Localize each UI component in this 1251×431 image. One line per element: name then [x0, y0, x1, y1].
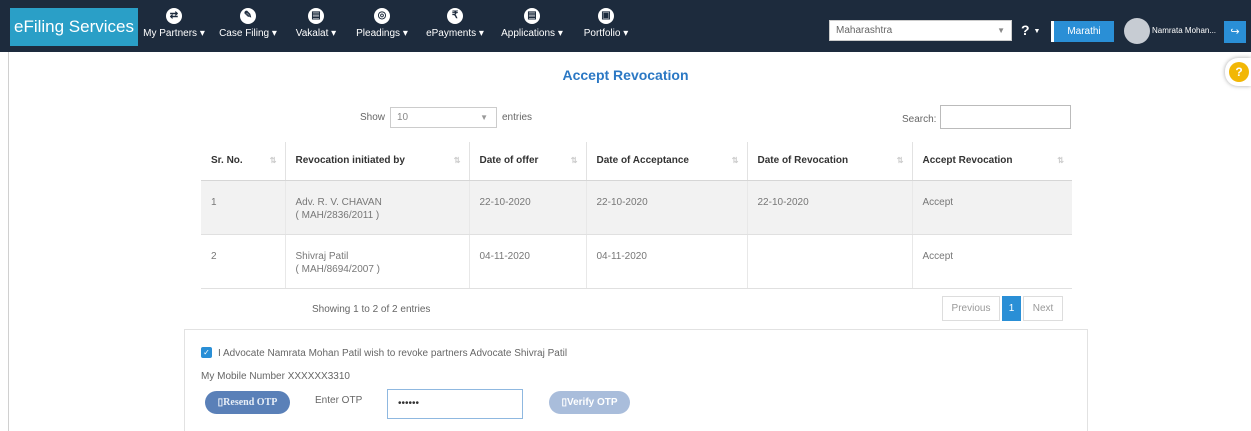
declaration-checkbox[interactable]: ✓	[201, 347, 212, 358]
column-header[interactable]: Revocation initiated by ⇅	[285, 142, 470, 181]
nav-epayments[interactable]: ₹ ePayments ▾	[420, 6, 490, 48]
mobile-number-text: My Mobile Number XXXXXX3310	[201, 371, 350, 382]
previous-button[interactable]: Previous	[942, 296, 1000, 321]
page-1-button[interactable]: 1	[1002, 296, 1021, 321]
avatar[interactable]	[1124, 18, 1150, 44]
state-select[interactable]: Maharashtra ▼	[829, 20, 1012, 41]
column-header[interactable]: Date of Revocation ⇅	[747, 142, 913, 181]
column-header[interactable]: Date of Acceptance ⇅	[586, 142, 748, 181]
table-row: 1 Adv. R. V. CHAVAN( MAH/2836/2011 ) 22-…	[201, 180, 1072, 235]
chevron-down-icon: ▼	[997, 26, 1005, 35]
sort-icon: ⇅	[453, 156, 461, 165]
nav-label: ePayments ▾	[426, 28, 484, 39]
sort-icon: ⇅	[570, 156, 578, 165]
search-label: Search:	[902, 114, 937, 125]
chevron-down-icon: ▼	[480, 113, 488, 122]
nav-case-filing[interactable]: ✎ Case Filing ▾	[216, 6, 280, 48]
nav-pleadings[interactable]: ◎ Pleadings ▾	[348, 6, 416, 48]
pleadings-icon: ◎	[374, 8, 390, 24]
column-header[interactable]: Date of offer ⇅	[469, 142, 587, 181]
nav-applications[interactable]: ▤ Applications ▾	[496, 6, 568, 48]
help-icon: ?	[1021, 22, 1030, 38]
otp-input[interactable]: ••••••	[387, 389, 523, 419]
nav-label: Case Filing ▾	[219, 28, 277, 39]
cell-initiated-by: Adv. R. V. CHAVAN( MAH/2836/2011 )	[285, 180, 470, 235]
nav-label: Portfolio ▾	[583, 28, 629, 39]
content-divider	[8, 52, 9, 431]
enter-otp-label: Enter OTP	[315, 395, 363, 406]
column-header[interactable]: Sr. No. ⇅	[201, 142, 286, 181]
rupee-icon: ₹	[447, 8, 463, 24]
username[interactable]: Namrata Mohan...	[1152, 26, 1216, 35]
cell-date-revocation	[747, 234, 913, 289]
nav-label: Pleadings ▾	[356, 28, 408, 39]
nav-portfolio[interactable]: ▣ Portfolio ▾	[576, 6, 636, 48]
nav-label: Applications ▾	[501, 28, 563, 39]
state-select-value: Maharashtra	[836, 25, 893, 36]
table-header-row: Sr. No. ⇅ Revocation initiated by ⇅ Date o…	[201, 142, 1072, 181]
accept-link[interactable]: Accept	[912, 234, 1072, 289]
table-row: 2 Shivraj Patil( MAH/8694/2007 ) 04-11-2…	[201, 234, 1072, 289]
cell-date-acceptance: 22-10-2020	[586, 180, 748, 235]
applications-icon: ▤	[524, 8, 540, 24]
show-label: Show	[360, 112, 386, 123]
chevron-down-icon: ▼	[1033, 27, 1041, 35]
case-filing-icon: ✎	[240, 8, 256, 24]
column-header[interactable]: Accept Revocation ⇅	[912, 142, 1072, 181]
cell-sr-no: 1	[201, 180, 286, 235]
next-button[interactable]: Next	[1023, 296, 1063, 321]
sort-icon: ⇅	[896, 156, 904, 165]
sort-icon: ⇅	[269, 156, 277, 165]
cell-sr-no: 2	[201, 234, 286, 289]
cell-date-offer: 04-11-2020	[469, 234, 587, 289]
resend-otp-button[interactable]: ▯Resend OTP	[205, 391, 290, 414]
portfolio-icon: ▣	[598, 8, 614, 24]
revocation-table: Sr. No. ⇅ Revocation initiated by ⇅ Date o…	[201, 142, 1072, 289]
accept-link[interactable]: Accept	[912, 180, 1072, 235]
verify-otp-button[interactable]: ▯Verify OTP	[549, 391, 630, 414]
entries-label: entries	[502, 112, 533, 123]
brand-logo[interactable]: eFiling Services	[10, 8, 138, 46]
nav-vakalat[interactable]: ▤ Vakalat ▾	[290, 6, 342, 48]
cell-date-revocation: 22-10-2020	[747, 180, 913, 235]
top-navbar: eFiling Services ⇄ My Partners ▾ ✎ Case …	[0, 0, 1251, 52]
table-info: Showing 1 to 2 of 2 entries	[312, 304, 431, 315]
declaration-text: I Advocate Namrata Mohan Patil wish to r…	[218, 348, 568, 359]
help-menu[interactable]: ? ▼	[1021, 22, 1040, 38]
nav-label: Vakalat ▾	[295, 28, 337, 39]
vakalat-icon: ▤	[308, 8, 324, 24]
sort-icon: ⇅	[1057, 156, 1064, 165]
search-input[interactable]	[940, 105, 1071, 129]
language-button[interactable]: Marathi	[1051, 21, 1114, 42]
page-title: Accept Revocation	[562, 67, 689, 83]
page-size-select[interactable]: 10 ▼	[390, 107, 497, 128]
logout-icon[interactable]: ↪	[1224, 21, 1246, 43]
cell-date-offer: 22-10-2020	[469, 180, 587, 235]
cell-date-acceptance: 04-11-2020	[586, 234, 748, 289]
nav-label: My Partners ▾	[143, 28, 205, 39]
page-size-value: 10	[397, 112, 409, 123]
sort-icon: ⇅	[731, 156, 739, 165]
partners-icon: ⇄	[166, 8, 182, 24]
nav-my-partners[interactable]: ⇄ My Partners ▾	[141, 6, 207, 48]
cell-initiated-by: Shivraj Patil( MAH/8694/2007 )	[285, 234, 470, 289]
